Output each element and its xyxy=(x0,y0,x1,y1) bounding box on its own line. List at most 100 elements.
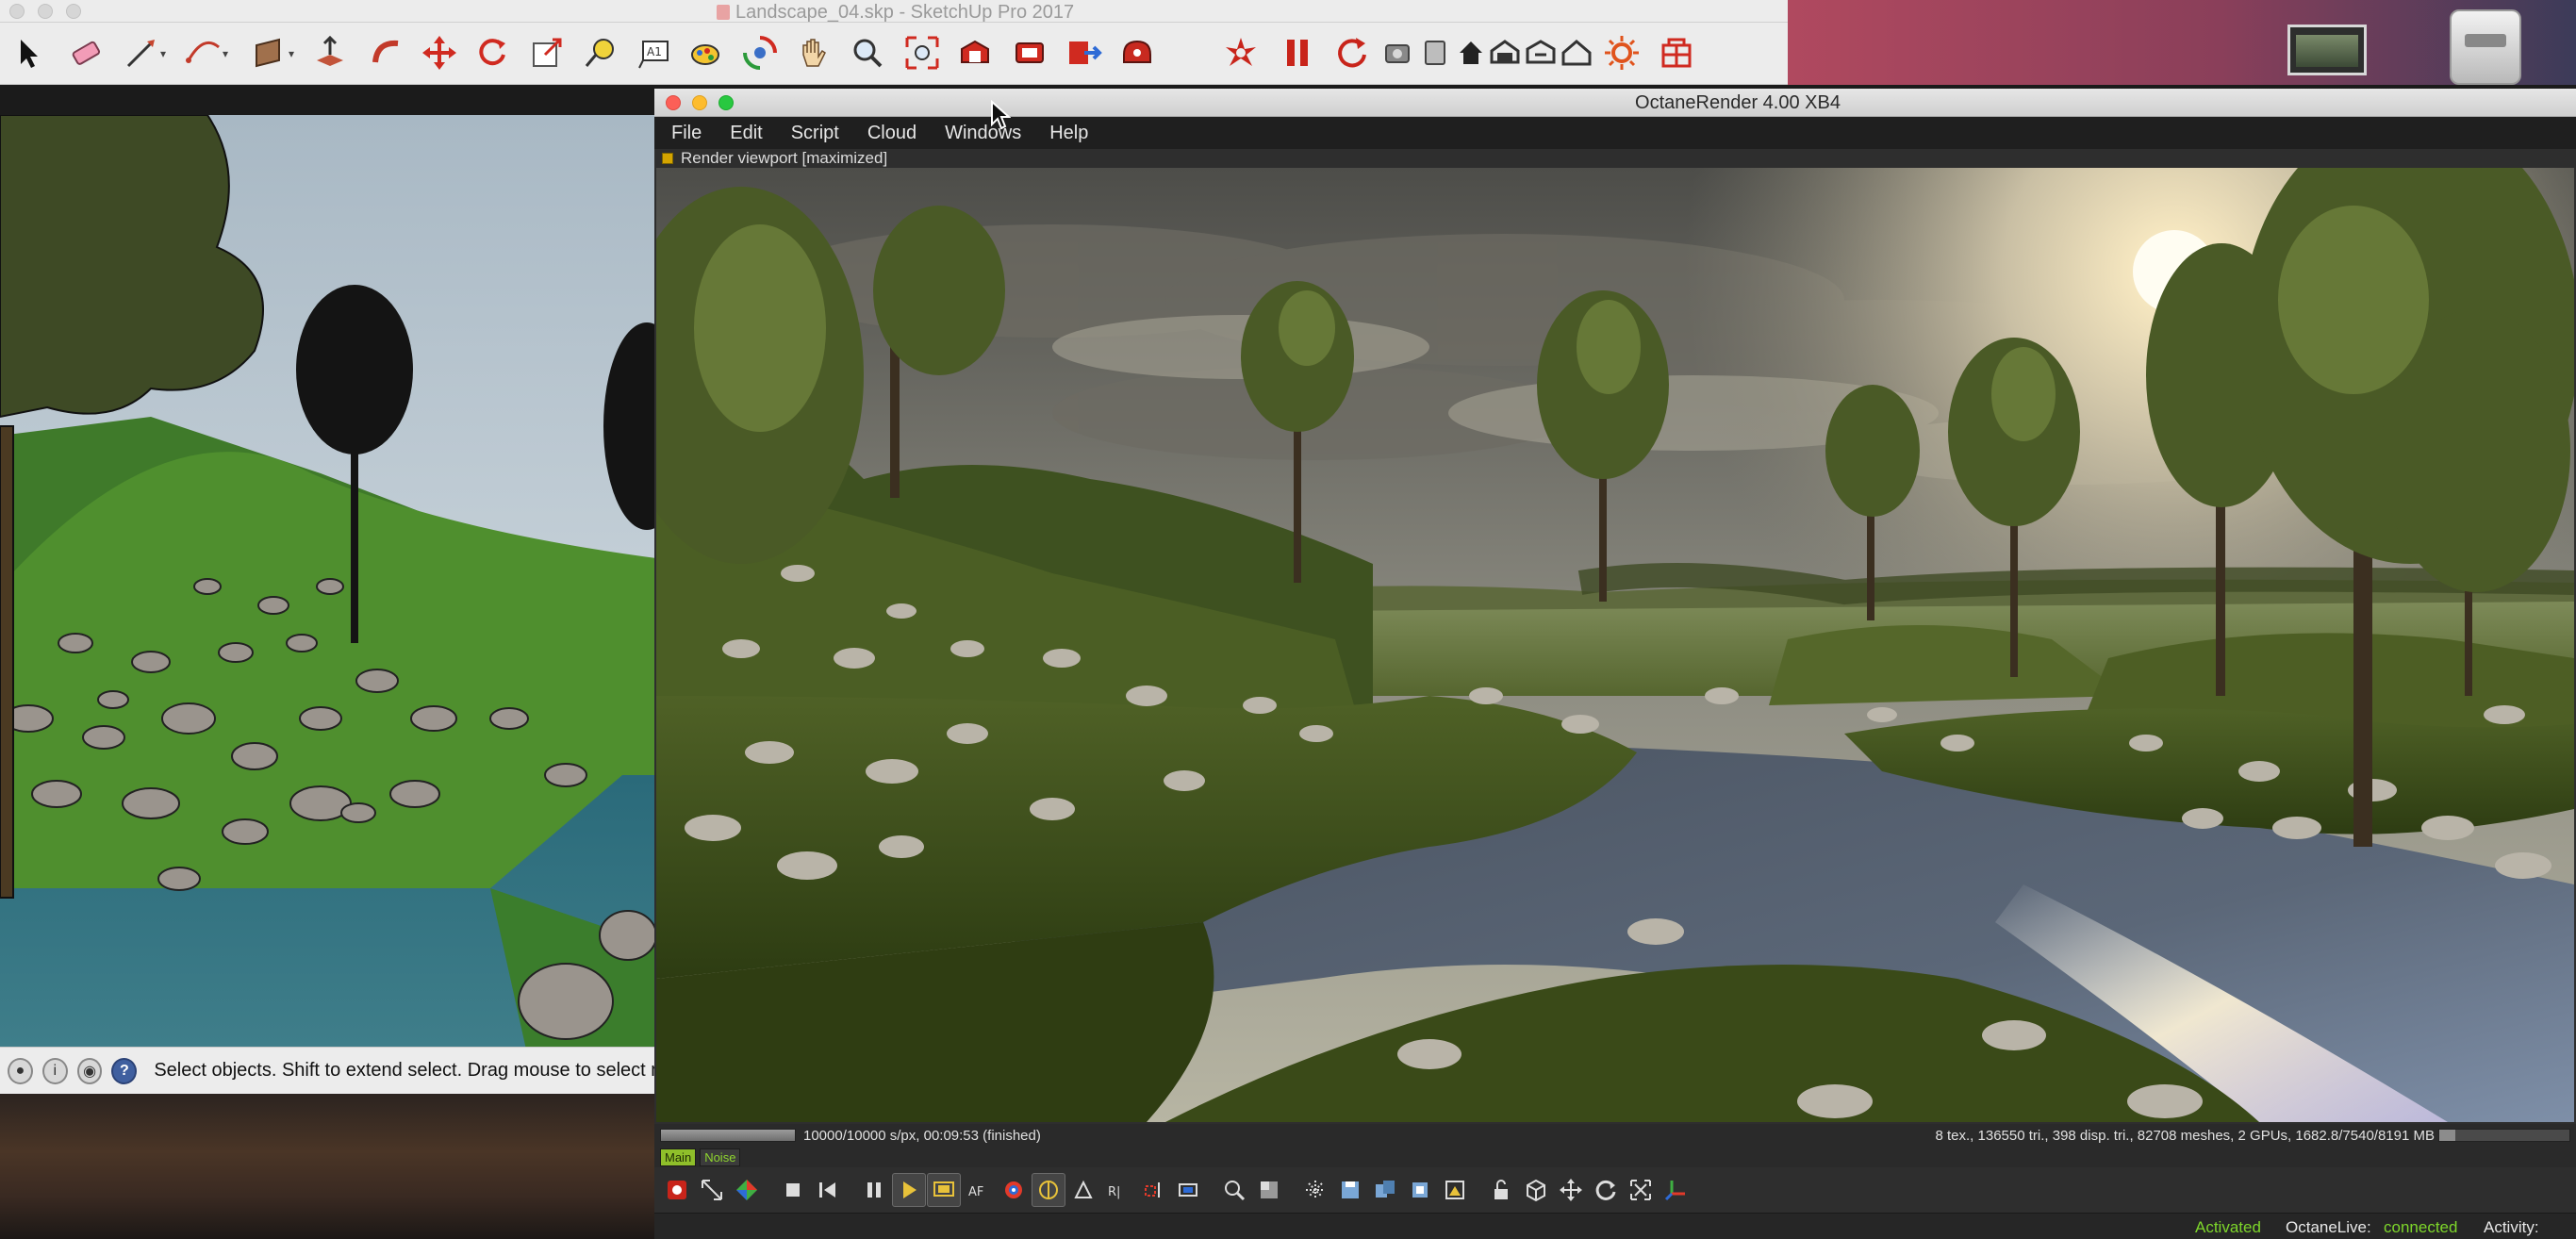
chevron-down-icon[interactable]: ▾ xyxy=(223,47,228,60)
lock-icon[interactable] xyxy=(1484,1173,1518,1207)
push-pull-icon[interactable] xyxy=(307,30,353,75)
menu-edit[interactable]: Edit xyxy=(730,123,762,144)
close-button[interactable] xyxy=(9,4,25,19)
render-aov-icon[interactable] xyxy=(1438,1173,1472,1207)
minimize-button[interactable] xyxy=(38,4,53,19)
camera-icon[interactable] xyxy=(1486,30,1524,75)
decal-wireframe-icon[interactable] xyxy=(1298,1173,1332,1207)
pause-icon[interactable] xyxy=(857,1173,891,1207)
scale-icon[interactable] xyxy=(524,30,570,75)
tape-measure-icon[interactable] xyxy=(577,30,622,75)
resize-viewport-icon[interactable] xyxy=(695,1173,729,1207)
octane-bottom-bar: Activated OctaneLive: connected Activity… xyxy=(654,1213,2576,1239)
white-balance-icon[interactable] xyxy=(997,1173,1031,1207)
restart-render-icon[interactable] xyxy=(1329,30,1375,75)
copy-clipboard-icon[interactable] xyxy=(1403,1173,1437,1207)
chevron-down-icon[interactable]: ▾ xyxy=(160,47,166,60)
focus-picker-icon[interactable]: AF xyxy=(962,1173,996,1207)
camera-target-icon[interactable]: R| xyxy=(1101,1173,1135,1207)
pause-render-icon[interactable] xyxy=(1275,30,1320,75)
subsampling-icon[interactable] xyxy=(1252,1173,1286,1207)
svg-text:R|: R| xyxy=(1108,1185,1120,1199)
sketchup-viewport[interactable] xyxy=(0,115,656,1047)
play-icon[interactable] xyxy=(892,1173,926,1207)
credits-icon[interactable]: i xyxy=(41,1057,68,1084)
arc-icon[interactable]: ▾ xyxy=(181,30,228,75)
send-to-layout-icon[interactable] xyxy=(1062,30,1107,75)
hard-drive-icon[interactable] xyxy=(2450,9,2521,85)
material-icon[interactable] xyxy=(1379,30,1416,75)
render-toolbar: AF R| xyxy=(654,1167,2576,1213)
text-label-icon[interactable]: A1 xyxy=(632,30,677,75)
desktop-image-icon[interactable] xyxy=(2287,25,2367,75)
geo-location-icon[interactable]: ● xyxy=(8,1057,33,1084)
rectangle-icon[interactable]: ▾ xyxy=(247,30,294,75)
axis-gizmo-icon[interactable] xyxy=(1659,1173,1693,1207)
fit-view-icon[interactable] xyxy=(1624,1173,1658,1207)
home-icon[interactable] xyxy=(1452,30,1490,75)
zoom-extents-icon[interactable] xyxy=(900,30,945,75)
tab-main[interactable]: Main xyxy=(660,1148,697,1166)
paint-bucket-icon[interactable] xyxy=(683,30,728,75)
film-region-icon[interactable] xyxy=(1171,1173,1205,1207)
octane-titlebar[interactable]: OctaneRender 4.00 XB4 xyxy=(654,89,2576,117)
viewport-icon[interactable] xyxy=(662,153,673,164)
menu-cloud[interactable]: Cloud xyxy=(867,123,916,144)
maximize-button[interactable] xyxy=(66,4,81,19)
rotate-icon[interactable] xyxy=(470,30,515,75)
render-progress-bar xyxy=(660,1129,796,1142)
document-icon xyxy=(717,5,730,20)
render-viewport[interactable] xyxy=(656,168,2574,1122)
extension-manager-icon[interactable] xyxy=(1115,30,1160,75)
material-ball-icon[interactable] xyxy=(730,1173,764,1207)
menu-script[interactable]: Script xyxy=(791,123,839,144)
select-arrow-icon[interactable] xyxy=(6,30,51,75)
activity-label: Activity: xyxy=(2484,1218,2539,1236)
chevron-down-icon[interactable]: ▾ xyxy=(289,47,294,60)
sketchup-titlebar[interactable]: Landscape_04.skp - SketchUp Pro 2017 xyxy=(0,0,1788,23)
user-icon[interactable]: ◉ xyxy=(76,1057,103,1084)
box-view-icon[interactable] xyxy=(1519,1173,1553,1207)
move-icon[interactable] xyxy=(417,30,462,75)
extension-warehouse-icon[interactable] xyxy=(1007,30,1052,75)
rendered-landscape-image xyxy=(656,168,2574,1122)
orbit-icon[interactable] xyxy=(737,30,783,75)
menu-file[interactable]: File xyxy=(671,123,702,144)
zoom-icon[interactable] xyxy=(845,30,890,75)
octane-logo-icon[interactable] xyxy=(1218,30,1263,75)
eraser-icon[interactable] xyxy=(62,30,107,75)
component-icon[interactable] xyxy=(1654,30,1699,75)
region-render-icon[interactable] xyxy=(1136,1173,1170,1207)
octane-window: OctaneRender 4.00 XB4 File Edit Script C… xyxy=(654,89,2576,1239)
stop-icon[interactable] xyxy=(776,1173,810,1207)
follow-me-icon[interactable] xyxy=(364,30,409,75)
octanelive-status: connected xyxy=(2384,1218,2458,1236)
menu-help[interactable]: Help xyxy=(1049,123,1088,144)
pan-view-icon[interactable] xyxy=(1554,1173,1588,1207)
help-icon[interactable]: ? xyxy=(111,1057,138,1084)
render-status-line: 10000/10000 s/px, 00:09:53 (finished) 8 … xyxy=(654,1124,2576,1147)
pan-hand-icon[interactable] xyxy=(790,30,835,75)
viewport-lock-icon[interactable] xyxy=(927,1173,961,1207)
octane-window-title: OctaneRender 4.00 XB4 xyxy=(1635,92,1841,113)
warehouse-icon[interactable] xyxy=(952,30,998,75)
pencil-line-icon[interactable]: ▾ xyxy=(119,30,166,75)
material-picker-icon[interactable] xyxy=(1032,1173,1065,1207)
sun-settings-icon[interactable] xyxy=(1599,30,1644,75)
sketchup-window-title: Landscape_04.skp - SketchUp Pro 2017 xyxy=(717,2,1074,24)
settings-icon[interactable] xyxy=(660,1173,694,1207)
house-outline-icon[interactable] xyxy=(1558,30,1595,75)
viewport-title: Render viewport [maximized] xyxy=(681,149,888,167)
render-pass-tabs: Main Noise xyxy=(654,1147,2576,1167)
render-settings-icon[interactable] xyxy=(1522,30,1560,75)
clay-mode-icon[interactable] xyxy=(1217,1173,1251,1207)
object-picker-icon[interactable] xyxy=(1066,1173,1100,1207)
restart-icon[interactable] xyxy=(811,1173,845,1207)
mouse-cursor-icon xyxy=(991,100,1011,130)
export-passes-icon[interactable] xyxy=(1368,1173,1402,1207)
save-render-icon[interactable] xyxy=(1333,1173,1367,1207)
sketchup-window-controls[interactable] xyxy=(9,4,81,19)
tab-noise[interactable]: Noise xyxy=(700,1148,741,1166)
orbit-view-icon[interactable] xyxy=(1589,1173,1623,1207)
object-icon[interactable] xyxy=(1416,30,1454,75)
